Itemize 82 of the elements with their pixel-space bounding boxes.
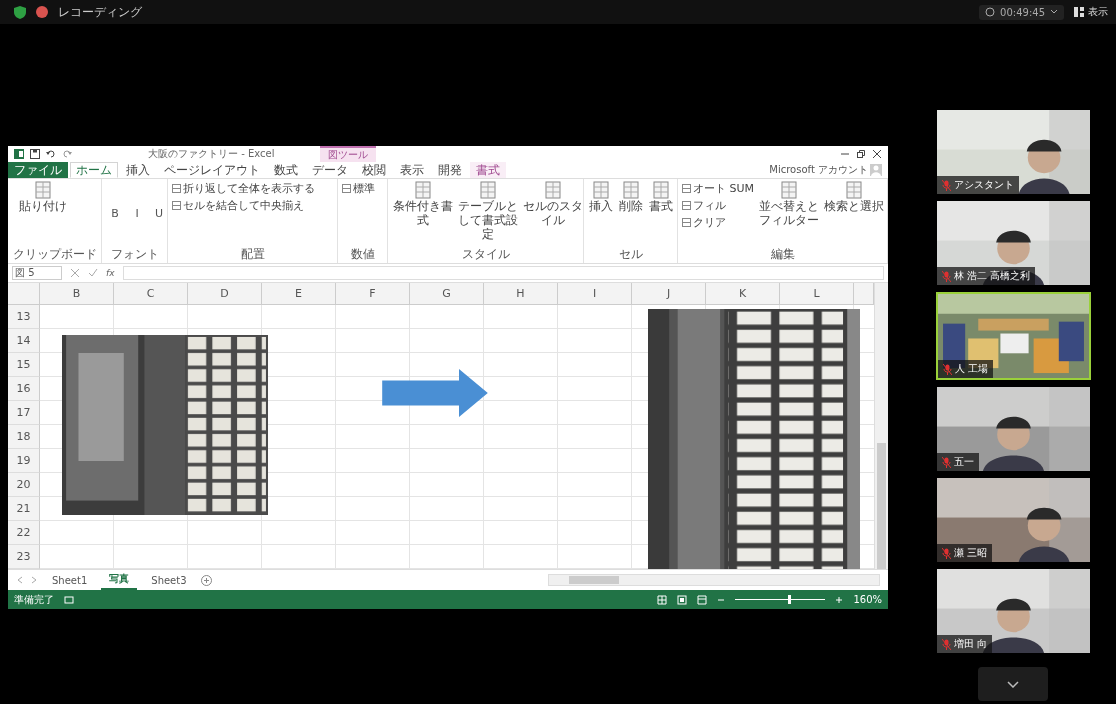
zoom-level[interactable]: 160% xyxy=(853,594,882,605)
row-header[interactable]: 16 xyxy=(8,377,40,401)
ribbon-tab[interactable]: 校閲 xyxy=(356,162,392,178)
ribbon-button[interactable]: 並べ替えとフィルター xyxy=(758,181,820,228)
ribbon-tab[interactable]: ページレイアウト xyxy=(158,162,266,178)
ribbon-tab[interactable]: ホーム xyxy=(70,162,118,178)
ribbon-button[interactable]: 検索と選択 xyxy=(823,181,885,214)
participant-name: 人 工場 xyxy=(955,362,989,376)
ribbon-button[interactable]: 書式 xyxy=(648,181,674,214)
format-button[interactable]: I xyxy=(128,181,146,245)
column-header[interactable]: I xyxy=(558,283,632,305)
row-header[interactable]: 13 xyxy=(8,305,40,329)
row-header[interactable]: 19 xyxy=(8,449,40,473)
group-label: 配置 xyxy=(239,247,266,261)
ribbon-tab[interactable]: データ xyxy=(306,162,354,178)
ribbon-button[interactable]: オート SUM xyxy=(682,181,755,196)
column-header[interactable]: C xyxy=(114,283,188,305)
format-button[interactable]: U xyxy=(150,181,168,245)
ribbon-button[interactable]: 削除 xyxy=(618,181,644,214)
ribbon-button[interactable]: 標準 xyxy=(342,181,375,196)
column-header[interactable]: J xyxy=(632,283,706,305)
group-label: フォント xyxy=(109,247,160,261)
column-header[interactable]: F xyxy=(336,283,410,305)
ribbon-button[interactable]: 条件付き書式 xyxy=(392,181,453,228)
row-header[interactable]: 22 xyxy=(8,521,40,545)
ribbon-button[interactable]: テーブルとして書式設定 xyxy=(457,181,518,242)
ribbon-button[interactable]: 貼り付け xyxy=(12,181,73,214)
row-header[interactable]: 21 xyxy=(8,497,40,521)
video-tile[interactable]: 人 工場 xyxy=(936,292,1091,380)
row-header[interactable]: 14 xyxy=(8,329,40,353)
file-tab[interactable]: ファイル xyxy=(8,162,68,178)
group-label: セル xyxy=(617,247,644,261)
column-header[interactable]: B xyxy=(40,283,114,305)
video-tile[interactable]: 林 浩二 高橋之利 xyxy=(937,201,1090,285)
ribbon-button[interactable]: フィル xyxy=(682,198,755,213)
video-tile[interactable]: アシスタント xyxy=(937,110,1090,194)
ribbon-tab[interactable]: 書式 xyxy=(470,162,506,178)
participant-name: 増田 向 xyxy=(954,637,988,651)
view-button[interactable]: 表示 xyxy=(1074,5,1108,19)
ribbon-button[interactable]: 挿入 xyxy=(588,181,614,214)
ribbon-button[interactable]: 折り返して全体を表示する xyxy=(172,181,315,196)
row-header[interactable]: 23 xyxy=(8,545,40,569)
group-label: クリップボード xyxy=(12,247,97,261)
column-header[interactable]: K xyxy=(706,283,780,305)
participant-name: 五一 xyxy=(954,455,974,469)
row-header[interactable]: 20 xyxy=(8,473,40,497)
account-name[interactable]: Microsoft アカウント xyxy=(769,163,868,177)
context-tab-label: 図ツール xyxy=(320,146,377,162)
ribbon-tab[interactable]: 開発 xyxy=(432,162,468,178)
timer-button[interactable]: 00:49:45 xyxy=(979,4,1064,20)
ribbon-button[interactable]: セルのスタイル xyxy=(522,181,583,228)
ribbon-tab[interactable]: 表示 xyxy=(394,162,430,178)
participant-name: アシスタント xyxy=(954,178,1014,192)
video-tile[interactable]: 瀬 三昭 xyxy=(937,478,1090,562)
row-header[interactable]: 18 xyxy=(8,425,40,449)
name-box[interactable]: 図 5 xyxy=(12,266,62,280)
ribbon-tab[interactable]: 挿入 xyxy=(120,162,156,178)
status-text: 準備完了 xyxy=(14,592,54,607)
sheet-tab[interactable]: 写真 xyxy=(101,570,138,590)
window-title: 大阪のファクトリー - Excel xyxy=(148,147,275,161)
column-header[interactable]: L xyxy=(780,283,854,305)
column-header[interactable]: G xyxy=(410,283,484,305)
group-label: スタイル xyxy=(460,247,511,261)
video-tile[interactable]: 五一 xyxy=(937,387,1090,471)
ribbon-button[interactable]: セルを結合して中央揃え xyxy=(172,198,315,213)
sheet-tab[interactable]: Sheet3 xyxy=(143,572,195,588)
row-header[interactable]: 17 xyxy=(8,401,40,425)
function-label[interactable]: fx xyxy=(106,268,115,278)
participant-name: 瀬 三昭 xyxy=(954,546,988,560)
column-header[interactable]: H xyxy=(484,283,558,305)
group-label: 編集 xyxy=(769,247,796,261)
video-tile[interactable]: 増田 向 xyxy=(937,569,1090,653)
column-header[interactable]: D xyxy=(188,283,262,305)
ribbon-tab[interactable]: 数式 xyxy=(268,162,304,178)
row-header[interactable]: 15 xyxy=(8,353,40,377)
participant-name: 林 浩二 高橋之利 xyxy=(954,269,1031,283)
format-button[interactable]: B xyxy=(106,181,124,245)
recording-label: レコーディング xyxy=(58,3,142,21)
group-label: 数値 xyxy=(349,247,376,261)
sheet-tab[interactable]: Sheet1 xyxy=(44,572,96,588)
ribbon-button[interactable]: クリア xyxy=(682,215,755,230)
column-header[interactable]: E xyxy=(262,283,336,305)
